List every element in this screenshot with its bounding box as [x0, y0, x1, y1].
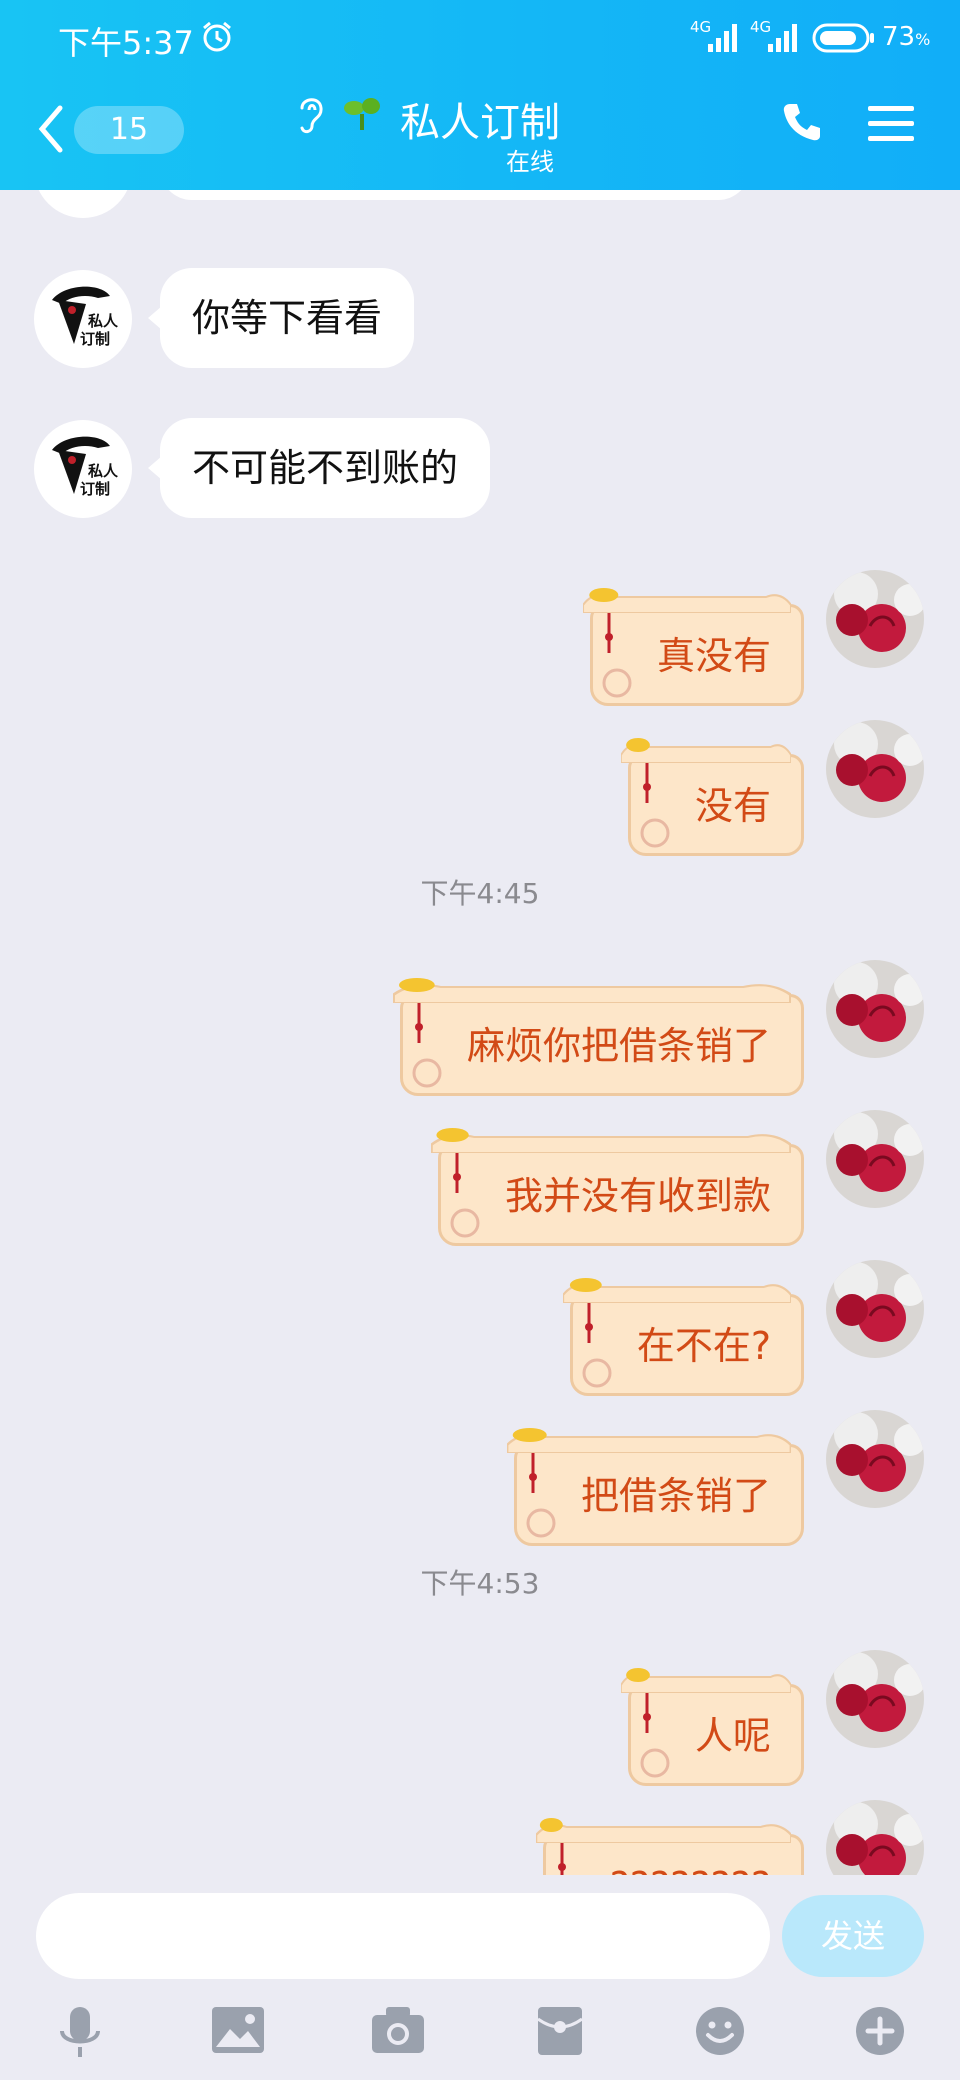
timestamp: 下午4:53 [420, 1567, 540, 1600]
svg-text:私人: 私人 [87, 312, 119, 330]
tassel-icon [642, 1693, 651, 1733]
tassel-icon [557, 1843, 566, 1875]
svg-text:订制: 订制 [80, 480, 110, 498]
tassel-icon [452, 1153, 461, 1193]
outgoing-bubble[interactable]: ???????? [535, 1818, 804, 1875]
self-avatar[interactable] [826, 1260, 924, 1358]
battery-icon [812, 23, 874, 53]
network-type: 4G [690, 18, 712, 36]
self-avatar[interactable] [826, 1110, 924, 1208]
scroll-ornament-icon [620, 738, 791, 763]
outgoing-bubble[interactable]: 我并没有收到款 [430, 1128, 804, 1246]
seal-icon [412, 1058, 442, 1088]
contact-title[interactable]: 私人订制 在线 [290, 86, 670, 176]
seal-icon [526, 1508, 556, 1538]
contact-status: 在线 [506, 148, 554, 176]
unread-badge: 15 [74, 106, 184, 154]
message-input[interactable] [36, 1893, 770, 1979]
svg-text:订制: 订制 [80, 330, 110, 348]
image-icon[interactable] [210, 2005, 266, 2055]
outgoing-bubble[interactable]: 麻烦你把借条销了 [392, 978, 804, 1096]
svg-text:私人: 私人 [87, 462, 119, 480]
tassel-icon [414, 1003, 423, 1043]
seal-icon [450, 1208, 480, 1238]
input-area: 发送 [0, 1875, 960, 2080]
message-text: 没有 [694, 784, 771, 828]
message-text: 在不在? [636, 1324, 771, 1368]
scroll-ornament-icon [430, 1128, 791, 1153]
self-avatar[interactable] [826, 1650, 924, 1748]
message-text: 我并没有收到款 [504, 1174, 771, 1218]
camera-icon[interactable] [370, 2005, 426, 2055]
scroll-ornament-icon [562, 1278, 791, 1303]
contact-avatar[interactable] [34, 190, 132, 218]
incoming-bubble[interactable] [160, 190, 750, 200]
self-avatar[interactable] [826, 1410, 924, 1508]
send-button[interactable]: 发送 [782, 1895, 924, 1977]
back-button[interactable]: 15 [36, 100, 184, 160]
seal-icon [640, 818, 670, 848]
outgoing-bubble[interactable]: 真没有 [582, 588, 804, 706]
outgoing-bubble[interactable]: 在不在? [562, 1278, 804, 1396]
plus-icon[interactable] [854, 2005, 906, 2057]
seal-icon [640, 1748, 670, 1778]
message-text: 人呢 [694, 1714, 771, 1758]
incoming-bubble[interactable]: 不可能不到账的 [147, 418, 491, 518]
message-text: ???????? [610, 1864, 771, 1875]
status-time: 下午5:37 [58, 24, 194, 62]
self-avatar[interactable] [826, 960, 924, 1058]
message-text: 把借条销了 [580, 1474, 771, 1518]
phone-icon[interactable] [780, 100, 824, 144]
network-type: 4G [750, 18, 772, 36]
tassel-icon [604, 613, 613, 653]
scroll-ornament-icon [582, 588, 791, 613]
status-bar: 下午5:37 4G 4G 73% [0, 0, 960, 80]
message-list[interactable]: 私人 订制 你等下看看 私人 订制 不可能不到账的 真没有 没有 下午4:45 … [0, 190, 960, 1875]
scroll-ornament-icon [392, 978, 791, 1003]
tassel-icon [584, 1303, 593, 1343]
sprout-icon [344, 98, 380, 130]
contact-name: 私人订制 [400, 100, 560, 146]
scroll-ornament-icon [506, 1428, 791, 1453]
timestamp: 下午4:45 [420, 877, 540, 910]
menu-icon[interactable] [866, 104, 916, 144]
self-avatar[interactable] [826, 1800, 924, 1875]
self-avatar[interactable] [826, 720, 924, 818]
message-text: 麻烦你把借条销了 [466, 1024, 771, 1068]
red-packet-icon[interactable] [536, 2005, 584, 2057]
self-avatar[interactable] [826, 570, 924, 668]
seal-icon [602, 668, 632, 698]
outgoing-bubble[interactable]: 把借条销了 [506, 1428, 804, 1546]
scroll-ornament-icon [535, 1818, 791, 1843]
tassel-icon [528, 1453, 537, 1493]
outgoing-bubble[interactable]: 没有 [620, 738, 804, 856]
chat-header: 下午5:37 4G 4G 73% 15 私人订制 在线 [0, 0, 960, 190]
contact-avatar[interactable]: 私人 订制 [34, 270, 132, 368]
contact-avatar[interactable]: 私人 订制 [34, 420, 132, 518]
chevron-left-icon [38, 105, 63, 153]
outgoing-bubble[interactable]: 人呢 [620, 1668, 804, 1786]
battery-percent: 73% [882, 22, 931, 52]
tassel-icon [642, 763, 651, 803]
microphone-icon[interactable] [56, 2005, 104, 2061]
emoji-icon[interactable] [694, 2005, 746, 2057]
ear-icon [300, 98, 323, 134]
scroll-ornament-icon [620, 1668, 791, 1693]
alarm-icon [203, 21, 231, 52]
message-text: 真没有 [656, 634, 771, 678]
seal-icon [582, 1358, 612, 1388]
incoming-bubble[interactable]: 你等下看看 [147, 268, 415, 368]
